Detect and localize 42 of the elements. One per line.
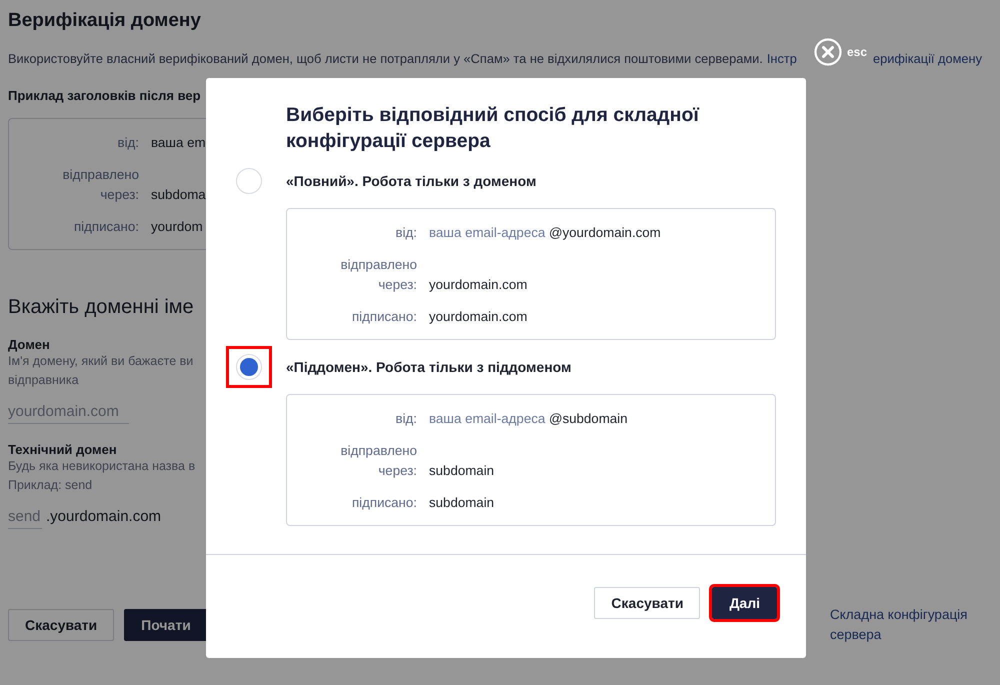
header-label: від: [396, 410, 417, 428]
instructions-link[interactable]: Інстр [766, 51, 797, 66]
next-button[interactable]: Далі [712, 587, 777, 619]
header-label: відправлено через: [340, 442, 417, 480]
header-value: yourdom [151, 218, 203, 236]
close-icon [814, 38, 842, 66]
instructions-link[interactable]: ерифікації домену [873, 51, 982, 66]
header-value: ваша email-адреса @yourdomain.com [429, 224, 661, 242]
field-label: Технічний домен [8, 442, 117, 457]
header-value: ваша email-адреса @subdomain [429, 410, 628, 428]
cancel-button[interactable]: Скасувати [594, 587, 700, 619]
header-value: ваша em [151, 134, 206, 152]
radio-button[interactable] [236, 354, 262, 380]
header-label: підписано: [352, 308, 417, 326]
modal-title: Виберіть відповідний спосіб для складної конфігурації сервера [286, 103, 700, 154]
header-label: від: [396, 224, 417, 242]
advanced-config-link[interactable]: Складна конфігурація сервера [830, 605, 980, 645]
header-label: відправлено через: [340, 256, 417, 294]
header-label: від: [118, 134, 139, 152]
header-value: yourdomain.com [429, 276, 528, 294]
option-title: «Піддомен». Робота тільки з піддоменом [286, 359, 572, 375]
cancel-button[interactable]: Скасувати [8, 609, 114, 641]
header-value: subdoma [151, 186, 206, 204]
domain-suffix: .yourdomain.com [46, 508, 162, 525]
field-label: Домен [8, 337, 50, 352]
page-title: Верифікація домену [8, 9, 202, 33]
example-heading: Приклад заголовків після вер [8, 88, 201, 103]
header-label: відправлено через: [62, 166, 139, 204]
header-value: subdomain [429, 494, 494, 512]
header-value: subdomain [429, 462, 494, 480]
field-hint: Будь яка невикористана назва в Приклад: send [8, 458, 196, 494]
field-hint: Ім'я домену, який ви бажаєте ви відправника [8, 353, 194, 389]
domain-input[interactable]: send [8, 505, 42, 529]
section-heading: Вкажіть доменні іме [8, 296, 194, 319]
domain-input[interactable]: yourdomain.com [8, 400, 129, 424]
header-value: yourdomain.com [429, 308, 528, 326]
page-description: Використовуйте власний верифікований домен, щоб листи не потрапляли у «Спам» та не відхилялися поштовими серверами. [8, 51, 763, 66]
header-label: підписано: [74, 218, 139, 236]
header-label: підписано: [352, 494, 417, 512]
start-button[interactable]: Почати [124, 609, 208, 641]
option-title: «Повний». Робота тільки з доменом [286, 173, 538, 189]
radio-button[interactable] [236, 168, 262, 194]
